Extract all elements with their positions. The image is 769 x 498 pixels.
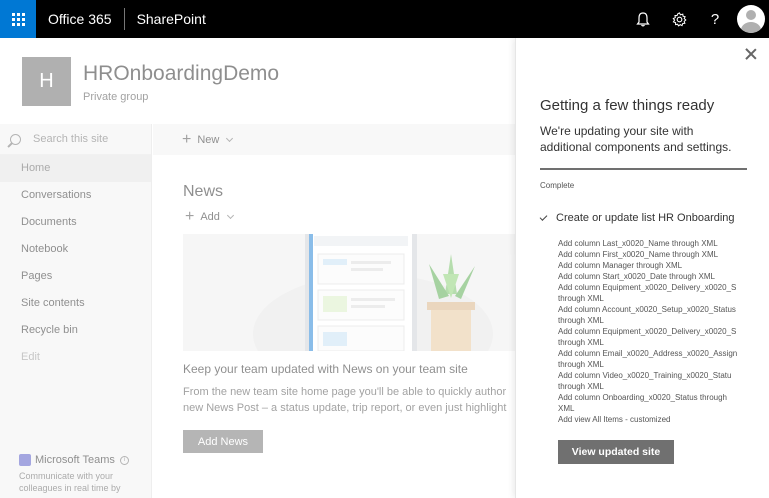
- sharepoint-app-name[interactable]: SharePoint: [137, 11, 206, 27]
- nav-item-edit[interactable]: Edit: [0, 344, 151, 371]
- avatar-icon: [737, 5, 765, 33]
- step-line: Add column Start_x0020_Date through XML: [558, 272, 715, 281]
- step-line: Add column Account_x0020_Setup_x0020_Sta…: [558, 305, 736, 314]
- setup-panel: Getting a few things ready We're updatin…: [515, 38, 769, 498]
- add-news-button[interactable]: Add News: [183, 430, 263, 453]
- chevron-down-icon[interactable]: [226, 134, 234, 142]
- step-line: Add column Equipment_x0020_Delivery_x002…: [558, 283, 737, 292]
- nav-item-notebook[interactable]: Notebook: [0, 236, 151, 263]
- panel-title: Getting a few things ready: [540, 97, 715, 114]
- step-line: Add column Video_x0020_Training_x0020_St…: [558, 371, 732, 380]
- step-line: Add column Onboarding_x0020_Status throu…: [558, 393, 728, 402]
- view-updated-site-button[interactable]: View updated site: [558, 440, 674, 464]
- step-line: through XML: [558, 294, 604, 303]
- suite-divider: [123, 8, 125, 30]
- step-line: XML: [558, 404, 575, 413]
- plus-icon: +: [185, 208, 195, 225]
- news-add-label: Add: [200, 211, 220, 223]
- gear-icon[interactable]: [661, 0, 697, 38]
- step-line: Add column Last_x0020_Name through XML: [558, 239, 718, 248]
- panel-description: We're updating your site with additional…: [540, 124, 732, 154]
- task-item: Create or update list HR Onboarding: [539, 212, 735, 224]
- step-list: Add column Last_x0020_Name through XML A…: [558, 238, 743, 425]
- teams-promo: Microsoft Teams i Communicate with your …: [19, 454, 144, 494]
- step-line: through XML: [558, 338, 604, 347]
- close-icon[interactable]: [745, 48, 757, 60]
- task-label: Create or update list HR Onboarding: [556, 212, 735, 224]
- help-icon[interactable]: ?: [697, 0, 733, 38]
- nav-item-conversations[interactable]: Conversations: [0, 182, 151, 209]
- nav-item-site-contents[interactable]: Site contents: [0, 290, 151, 317]
- bell-icon[interactable]: [625, 0, 661, 38]
- teams-logo-icon: [19, 454, 31, 466]
- teams-label[interactable]: Microsoft Teams: [35, 454, 115, 466]
- teams-description: Communicate with your colleagues in real…: [19, 471, 121, 493]
- user-avatar[interactable]: [733, 0, 769, 38]
- office365-brand[interactable]: Office 365: [48, 11, 112, 27]
- site-logo[interactable]: H: [22, 57, 71, 106]
- step-line: Add column Email_x0020_Address_x0020_Ass…: [558, 349, 738, 358]
- left-navigation: Search this site Home Conversations Docu…: [0, 124, 152, 498]
- step-line: Add view All Items - customized: [558, 415, 671, 424]
- chevron-down-icon: [226, 211, 234, 220]
- step-line: through XML: [558, 382, 604, 391]
- progress-status: Complete: [540, 181, 575, 190]
- site-subtitle: Private group: [83, 91, 149, 103]
- news-illustration: [183, 234, 523, 351]
- nav-item-recycle-bin[interactable]: Recycle bin: [0, 317, 151, 344]
- suite-bar: Office 365 SharePoint ?: [0, 0, 769, 38]
- app-launcher-icon[interactable]: [0, 0, 36, 38]
- news-title: News: [183, 183, 224, 200]
- step-line: Add column Manager through XML: [558, 261, 683, 270]
- search-box[interactable]: Search this site: [0, 124, 151, 155]
- plus-icon: +: [182, 130, 192, 148]
- info-icon[interactable]: i: [119, 455, 129, 465]
- new-button[interactable]: New: [197, 134, 219, 146]
- search-placeholder: Search this site: [33, 133, 109, 145]
- step-line: Add column First_x0020_Name through XML: [558, 250, 719, 259]
- nav-item-home[interactable]: Home: [0, 155, 151, 182]
- step-line: through XML: [558, 360, 604, 369]
- nav-item-pages[interactable]: Pages: [0, 263, 151, 290]
- site-title[interactable]: HROnboardingDemo: [83, 62, 279, 86]
- news-headline[interactable]: Keep your team updated with News on your…: [183, 362, 468, 376]
- checkmark-icon: [539, 213, 548, 221]
- step-line: through XML: [558, 316, 604, 325]
- nav-item-documents[interactable]: Documents: [0, 209, 151, 236]
- search-icon: [10, 133, 21, 145]
- step-line: Add column Equipment_x0020_Delivery_x002…: [558, 327, 737, 336]
- progress-bar: [540, 168, 747, 170]
- news-body: From the new team site home page you'll …: [183, 386, 507, 414]
- news-add-button[interactable]: + Add: [185, 208, 234, 226]
